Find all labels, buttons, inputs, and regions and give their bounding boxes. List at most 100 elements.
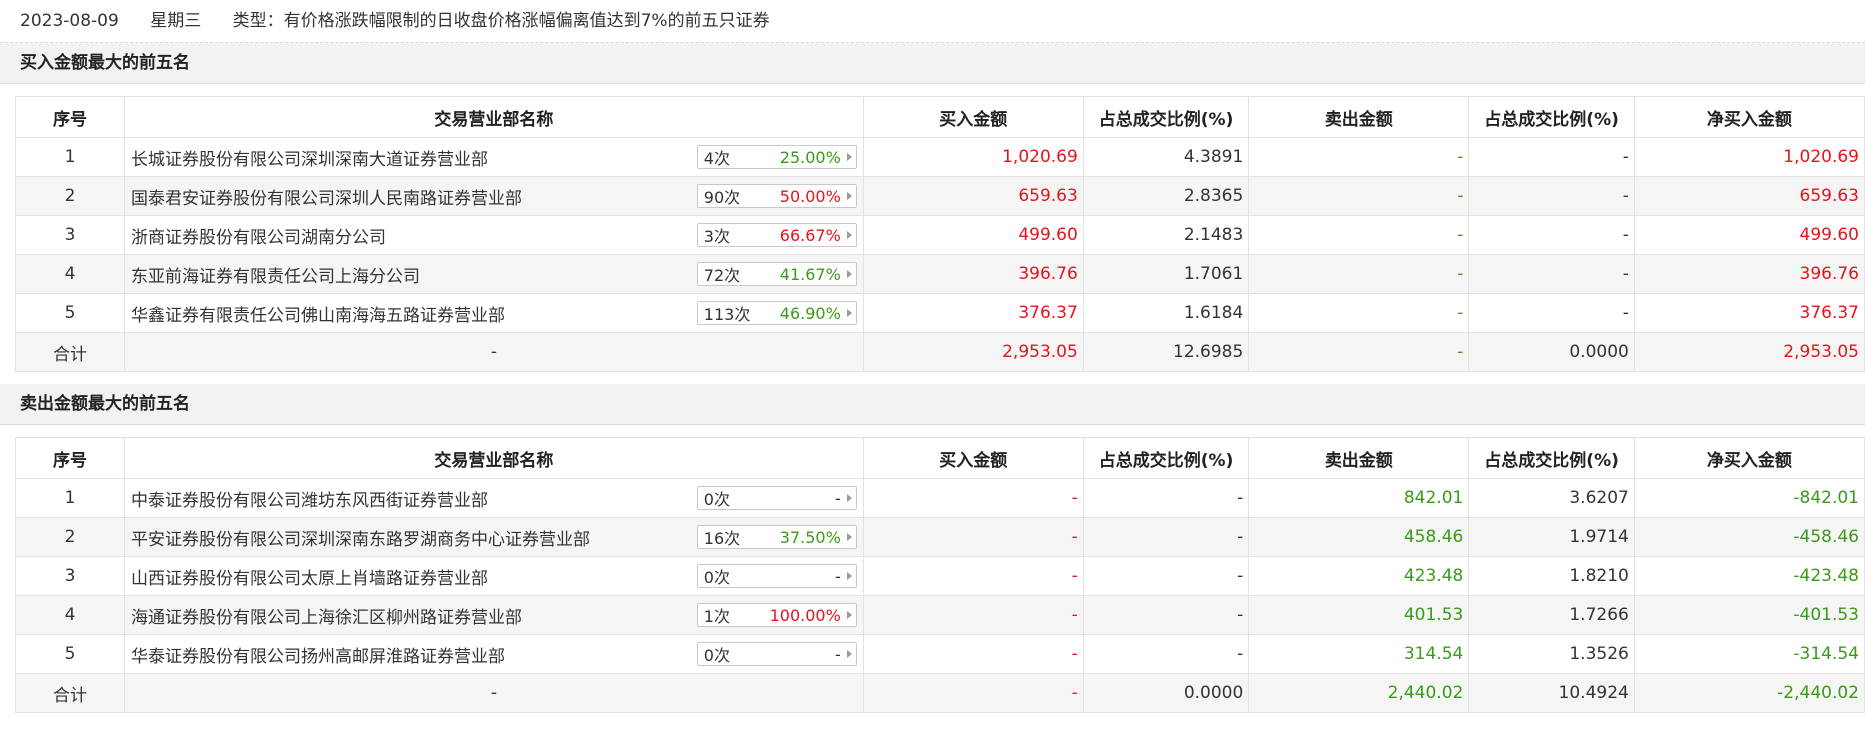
row-index: 1 <box>15 478 125 518</box>
total-net: -2,440.02 <box>1633 673 1865 713</box>
net-amount: 396.76 <box>1633 254 1865 294</box>
branch-cell: 国泰君安证券股份有限公司深圳人民南路证券营业部 90次 50.00% <box>124 176 864 216</box>
branch-stat-box[interactable]: 90次 50.00% <box>696 184 857 208</box>
branch-stat-box[interactable]: 4次 25.00% <box>696 145 857 169</box>
trade-count: 90次 <box>703 188 741 207</box>
buy-ratio: 4.3891 <box>1082 137 1250 177</box>
sell-amount: 401.53 <box>1248 595 1470 635</box>
net-amount: -423.48 <box>1633 556 1865 596</box>
branch-stat-box[interactable]: 72次 41.67% <box>696 262 857 286</box>
sell-ratio: - <box>1468 137 1635 177</box>
table-row: 2 平安证券股份有限公司深圳深南东路罗湖商务中心证券营业部 16次 37.50% - -4… <box>15 517 1865 557</box>
win-rate: - <box>835 488 841 508</box>
buy-amount: - <box>862 517 1084 557</box>
buy-ratio: - <box>1082 517 1250 557</box>
col-header-branch[interactable]: 交易营业部名称 <box>124 96 864 138</box>
win-rate: 41.67% <box>779 264 841 284</box>
triangle-right-icon <box>846 231 852 239</box>
sell-amount: 314.54 <box>1248 634 1470 674</box>
branch-name[interactable]: 长城证券股份有限公司深圳深南大道证券营业部 <box>131 145 488 170</box>
row-index: 3 <box>15 215 125 255</box>
table-header-row: 序号 交易营业部名称 买入金额 占总成交比例(%) 卖出金额 占总成交比例(%)… <box>15 437 1865 479</box>
branch-stat-box[interactable]: 0次 - <box>696 642 857 666</box>
total-sell-ratio: 0.0000 <box>1468 332 1635 372</box>
win-rate: 50.00% <box>779 186 841 206</box>
triangle-right-icon <box>846 650 852 658</box>
buy-amount: - <box>862 478 1084 518</box>
sell-section: 卖出金额最大的前五名 序号 交易营业部名称 买入金额 占总成交比例(%) 卖出金… <box>0 384 1865 713</box>
branch-cell: 东亚前海证券有限责任公司上海分公司 72次 41.67% <box>124 254 864 294</box>
col-header-sell[interactable]: 卖出金额 <box>1248 437 1470 479</box>
trade-count: 3次 <box>703 227 730 246</box>
total-buy: 2,953.05 <box>862 332 1084 372</box>
row-index: 2 <box>15 517 125 557</box>
branch-name[interactable]: 平安证券股份有限公司深圳深南东路罗湖商务中心证券营业部 <box>131 525 590 550</box>
sell-amount: - <box>1248 137 1470 177</box>
branch-stat-box[interactable]: 113次 46.90% <box>696 301 857 325</box>
branch-name[interactable]: 国泰君安证券股份有限公司深圳人民南路证券营业部 <box>131 184 522 209</box>
col-header-branch[interactable]: 交易营业部名称 <box>124 437 864 479</box>
col-header-buy-ratio[interactable]: 占总成交比例(%) <box>1082 96 1250 138</box>
col-header-buy[interactable]: 买入金额 <box>862 96 1084 138</box>
branch-name[interactable]: 华泰证券股份有限公司扬州高邮屏淮路证券营业部 <box>131 642 505 667</box>
buy-amount: 396.76 <box>862 254 1084 294</box>
win-rate: 25.00% <box>779 147 841 167</box>
buy-ratio: 1.6184 <box>1082 293 1250 333</box>
branch-name[interactable]: 东亚前海证券有限责任公司上海分公司 <box>131 262 420 287</box>
buy-amount: - <box>862 634 1084 674</box>
row-index: 4 <box>15 595 125 635</box>
sell-section-title: 卖出金额最大的前五名 <box>0 384 1865 425</box>
triangle-right-icon <box>846 309 852 317</box>
col-header-index[interactable]: 序号 <box>15 437 125 479</box>
win-rate: 66.67% <box>779 225 841 245</box>
sell-amount: - <box>1248 293 1470 333</box>
sell-ratio: - <box>1468 176 1635 216</box>
total-sell: 2,440.02 <box>1248 673 1470 713</box>
branch-stat-box[interactable]: 0次 - <box>696 564 857 588</box>
branch-cell: 浙商证券股份有限公司湖南分公司 3次 66.67% <box>124 215 864 255</box>
branch-stat-box[interactable]: 1次 100.00% <box>696 603 857 627</box>
table-row: 2 国泰君安证券股份有限公司深圳人民南路证券营业部 90次 50.00% 659.63 2… <box>15 176 1865 216</box>
win-rate: 46.90% <box>779 303 841 323</box>
branch-stat-box[interactable]: 3次 66.67% <box>696 223 857 247</box>
branch-name[interactable]: 中泰证券股份有限公司潍坊东风西街证券营业部 <box>131 486 488 511</box>
table-row: 5 华泰证券股份有限公司扬州高邮屏淮路证券营业部 0次 - - -314.54 1.3526… <box>15 634 1865 674</box>
total-sell-ratio: 10.4924 <box>1468 673 1635 713</box>
branch-cell: 华泰证券股份有限公司扬州高邮屏淮路证券营业部 0次 - <box>124 634 864 674</box>
col-header-sell[interactable]: 卖出金额 <box>1248 96 1470 138</box>
win-rate: 37.50% <box>779 527 841 547</box>
col-header-buy[interactable]: 买入金额 <box>862 437 1084 479</box>
buy-amount: 376.37 <box>862 293 1084 333</box>
col-header-buy-ratio[interactable]: 占总成交比例(%) <box>1082 437 1250 479</box>
sell-amount: - <box>1248 254 1470 294</box>
col-header-sell-ratio[interactable]: 占总成交比例(%) <box>1468 96 1635 138</box>
branch-cell: 华鑫证券有限责任公司佛山南海海五路证券营业部 113次 46.90% <box>124 293 864 333</box>
col-header-sell-ratio[interactable]: 占总成交比例(%) <box>1468 437 1635 479</box>
header-bar: 2023-08-09 星期三 类型：有价格涨跌幅限制的日收盘价格涨幅偏离值达到7… <box>0 0 1865 43</box>
branch-name[interactable]: 海通证券股份有限公司上海徐汇区柳州路证券营业部 <box>131 603 522 628</box>
sell-ratio: - <box>1468 215 1635 255</box>
row-index: 5 <box>15 293 125 333</box>
branch-stat-box[interactable]: 16次 37.50% <box>696 525 857 549</box>
branch-stat-box[interactable]: 0次 - <box>696 486 857 510</box>
sell-table: 序号 交易营业部名称 买入金额 占总成交比例(%) 卖出金额 占总成交比例(%)… <box>15 437 1865 713</box>
buy-amount: - <box>862 556 1084 596</box>
branch-name[interactable]: 华鑫证券有限责任公司佛山南海海五路证券营业部 <box>131 301 505 326</box>
col-header-index[interactable]: 序号 <box>15 96 125 138</box>
buy-amount: 1,020.69 <box>862 137 1084 177</box>
col-header-net[interactable]: 净买入金额 <box>1633 437 1865 479</box>
buy-ratio: - <box>1082 478 1250 518</box>
net-amount: -401.53 <box>1633 595 1865 635</box>
col-header-net[interactable]: 净买入金额 <box>1633 96 1865 138</box>
branch-cell: 山西证券股份有限公司太原上肖墙路证券营业部 0次 - <box>124 556 864 596</box>
buy-amount: 659.63 <box>862 176 1084 216</box>
total-buy-ratio: 0.0000 <box>1082 673 1250 713</box>
total-buy-ratio: 12.6985 <box>1082 332 1250 372</box>
triangle-right-icon <box>846 270 852 278</box>
branch-name[interactable]: 浙商证券股份有限公司湖南分公司 <box>131 223 386 248</box>
type-text: 类型：有价格涨跌幅限制的日收盘价格涨幅偏离值达到7%的前五只证券 <box>232 11 770 31</box>
total-buy: - <box>862 673 1084 713</box>
branch-name[interactable]: 山西证券股份有限公司太原上肖墙路证券营业部 <box>131 564 488 589</box>
total-label: 合计 <box>15 332 125 372</box>
row-index: 4 <box>15 254 125 294</box>
